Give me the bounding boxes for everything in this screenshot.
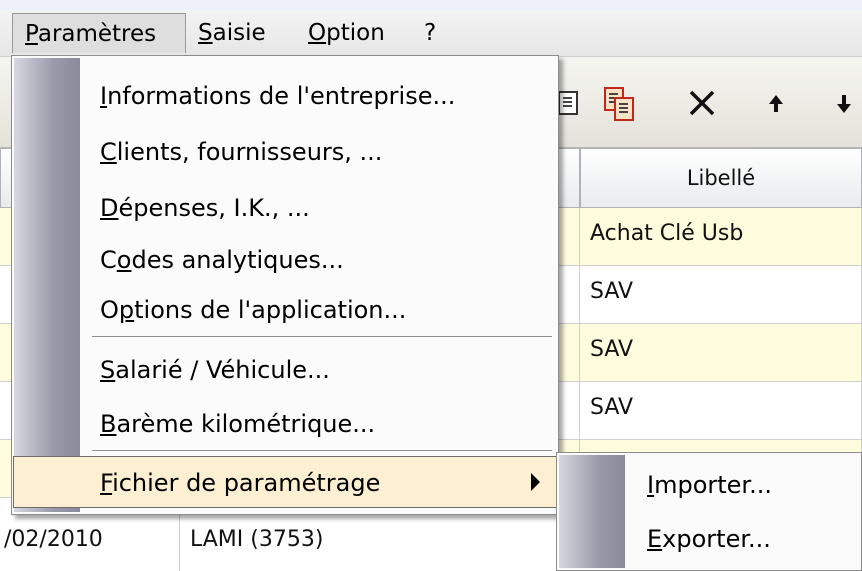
menu-parametres[interactable]: Paramètres bbox=[12, 13, 186, 53]
menu-help[interactable]: ? bbox=[412, 13, 448, 53]
menu-bar: Paramètres Saisie Option ? bbox=[0, 10, 862, 57]
menu-item-fichier-parametrage[interactable]: Fichier de paramétrage bbox=[13, 456, 557, 508]
table-cell-libelle[interactable]: SAV bbox=[580, 382, 862, 440]
menu-item-label: ichier de paramétrage bbox=[112, 469, 381, 497]
menu-item-label: lients, fournisseurs, ... bbox=[116, 138, 383, 166]
menu-item-accesskey: p bbox=[118, 296, 135, 324]
menu-saisie[interactable]: Saisie bbox=[186, 13, 278, 53]
menu-saisie-label: aisie bbox=[212, 20, 266, 46]
menu-item-accesskey: D bbox=[100, 194, 119, 222]
application-window: Paramètres Saisie Option ? Libellé Achat… bbox=[0, 0, 862, 571]
menu-item-label-pre: O bbox=[100, 296, 119, 324]
title-strip bbox=[0, 0, 862, 10]
menu-item-label: épenses, I.K., ... bbox=[118, 194, 310, 222]
menu-item-informations-entreprise[interactable]: Informations de l'entreprise... bbox=[14, 70, 556, 122]
submenu-item-importer[interactable]: Importer... bbox=[627, 459, 857, 511]
menu-item-salarie-vehicule[interactable]: Salarié / Véhicule... bbox=[14, 344, 556, 396]
table-cell-date[interactable]: /02/2010 bbox=[0, 514, 180, 571]
menu-item-accesskey: C bbox=[100, 138, 117, 166]
menu-item-options-application[interactable]: Options de l'application... bbox=[14, 284, 556, 336]
menu-item-accesskey: o bbox=[116, 246, 132, 274]
submenu-item-label: mporter... bbox=[654, 471, 772, 499]
menu-item-label: tions de l'application... bbox=[134, 296, 407, 324]
menu-item-clients-fournisseurs[interactable]: Clients, fournisseurs, ... bbox=[14, 126, 556, 178]
menu-item-label-pre: C bbox=[100, 246, 117, 274]
submenu-item-accesskey: E bbox=[647, 525, 663, 553]
menu-item-label: arème kilométrique... bbox=[116, 410, 376, 438]
delete-icon[interactable] bbox=[684, 83, 720, 123]
parametres-dropdown-menu: Informations de l'entreprise... Clients,… bbox=[11, 55, 559, 515]
submenu-item-exporter[interactable]: Exporter... bbox=[627, 513, 857, 565]
menu-item-accesskey: F bbox=[100, 469, 113, 497]
table-cell-libelle[interactable]: SAV bbox=[580, 266, 862, 324]
fichier-submenu: Importer... Exporter... bbox=[556, 452, 862, 571]
submenu-item-label: xporter... bbox=[662, 525, 771, 553]
menu-separator bbox=[92, 336, 552, 338]
menu-parametres-accesskey: P bbox=[25, 21, 38, 47]
paste-icon[interactable] bbox=[600, 83, 636, 123]
move-up-icon[interactable] bbox=[758, 83, 794, 123]
menu-item-accesskey: B bbox=[100, 410, 117, 438]
menu-option[interactable]: Option bbox=[296, 13, 397, 53]
menu-help-label: ? bbox=[424, 20, 437, 46]
submenu-icon-strip bbox=[559, 455, 625, 568]
menu-item-bareme-kilometrique[interactable]: Barème kilométrique... bbox=[14, 398, 556, 450]
menu-saisie-accesskey: S bbox=[198, 20, 213, 46]
submenu-arrow-icon bbox=[531, 473, 540, 491]
menu-item-label: nformations de l'entreprise... bbox=[107, 82, 456, 110]
menu-option-accesskey: O bbox=[308, 20, 327, 46]
menu-item-label: des analytiques... bbox=[131, 246, 344, 274]
menu-item-depenses[interactable]: Dépenses, I.K., ... bbox=[14, 182, 556, 234]
column-header-libelle[interactable]: Libellé bbox=[580, 148, 862, 208]
menu-parametres-label: aramètres bbox=[37, 21, 157, 47]
table-cell-libelle[interactable]: Achat Clé Usb bbox=[580, 208, 862, 266]
menu-separator bbox=[92, 450, 552, 452]
table-cell-libelle[interactable]: SAV bbox=[580, 324, 862, 382]
menu-item-codes-analytiques[interactable]: Codes analytiques... bbox=[14, 234, 556, 286]
menu-option-label: ption bbox=[326, 20, 385, 46]
menu-item-label: alarié / Véhicule... bbox=[115, 356, 330, 384]
move-down-icon[interactable] bbox=[826, 83, 862, 123]
menu-item-accesskey: S bbox=[100, 356, 116, 384]
table-cell-tiers[interactable]: LAMI (3753) bbox=[180, 514, 580, 571]
